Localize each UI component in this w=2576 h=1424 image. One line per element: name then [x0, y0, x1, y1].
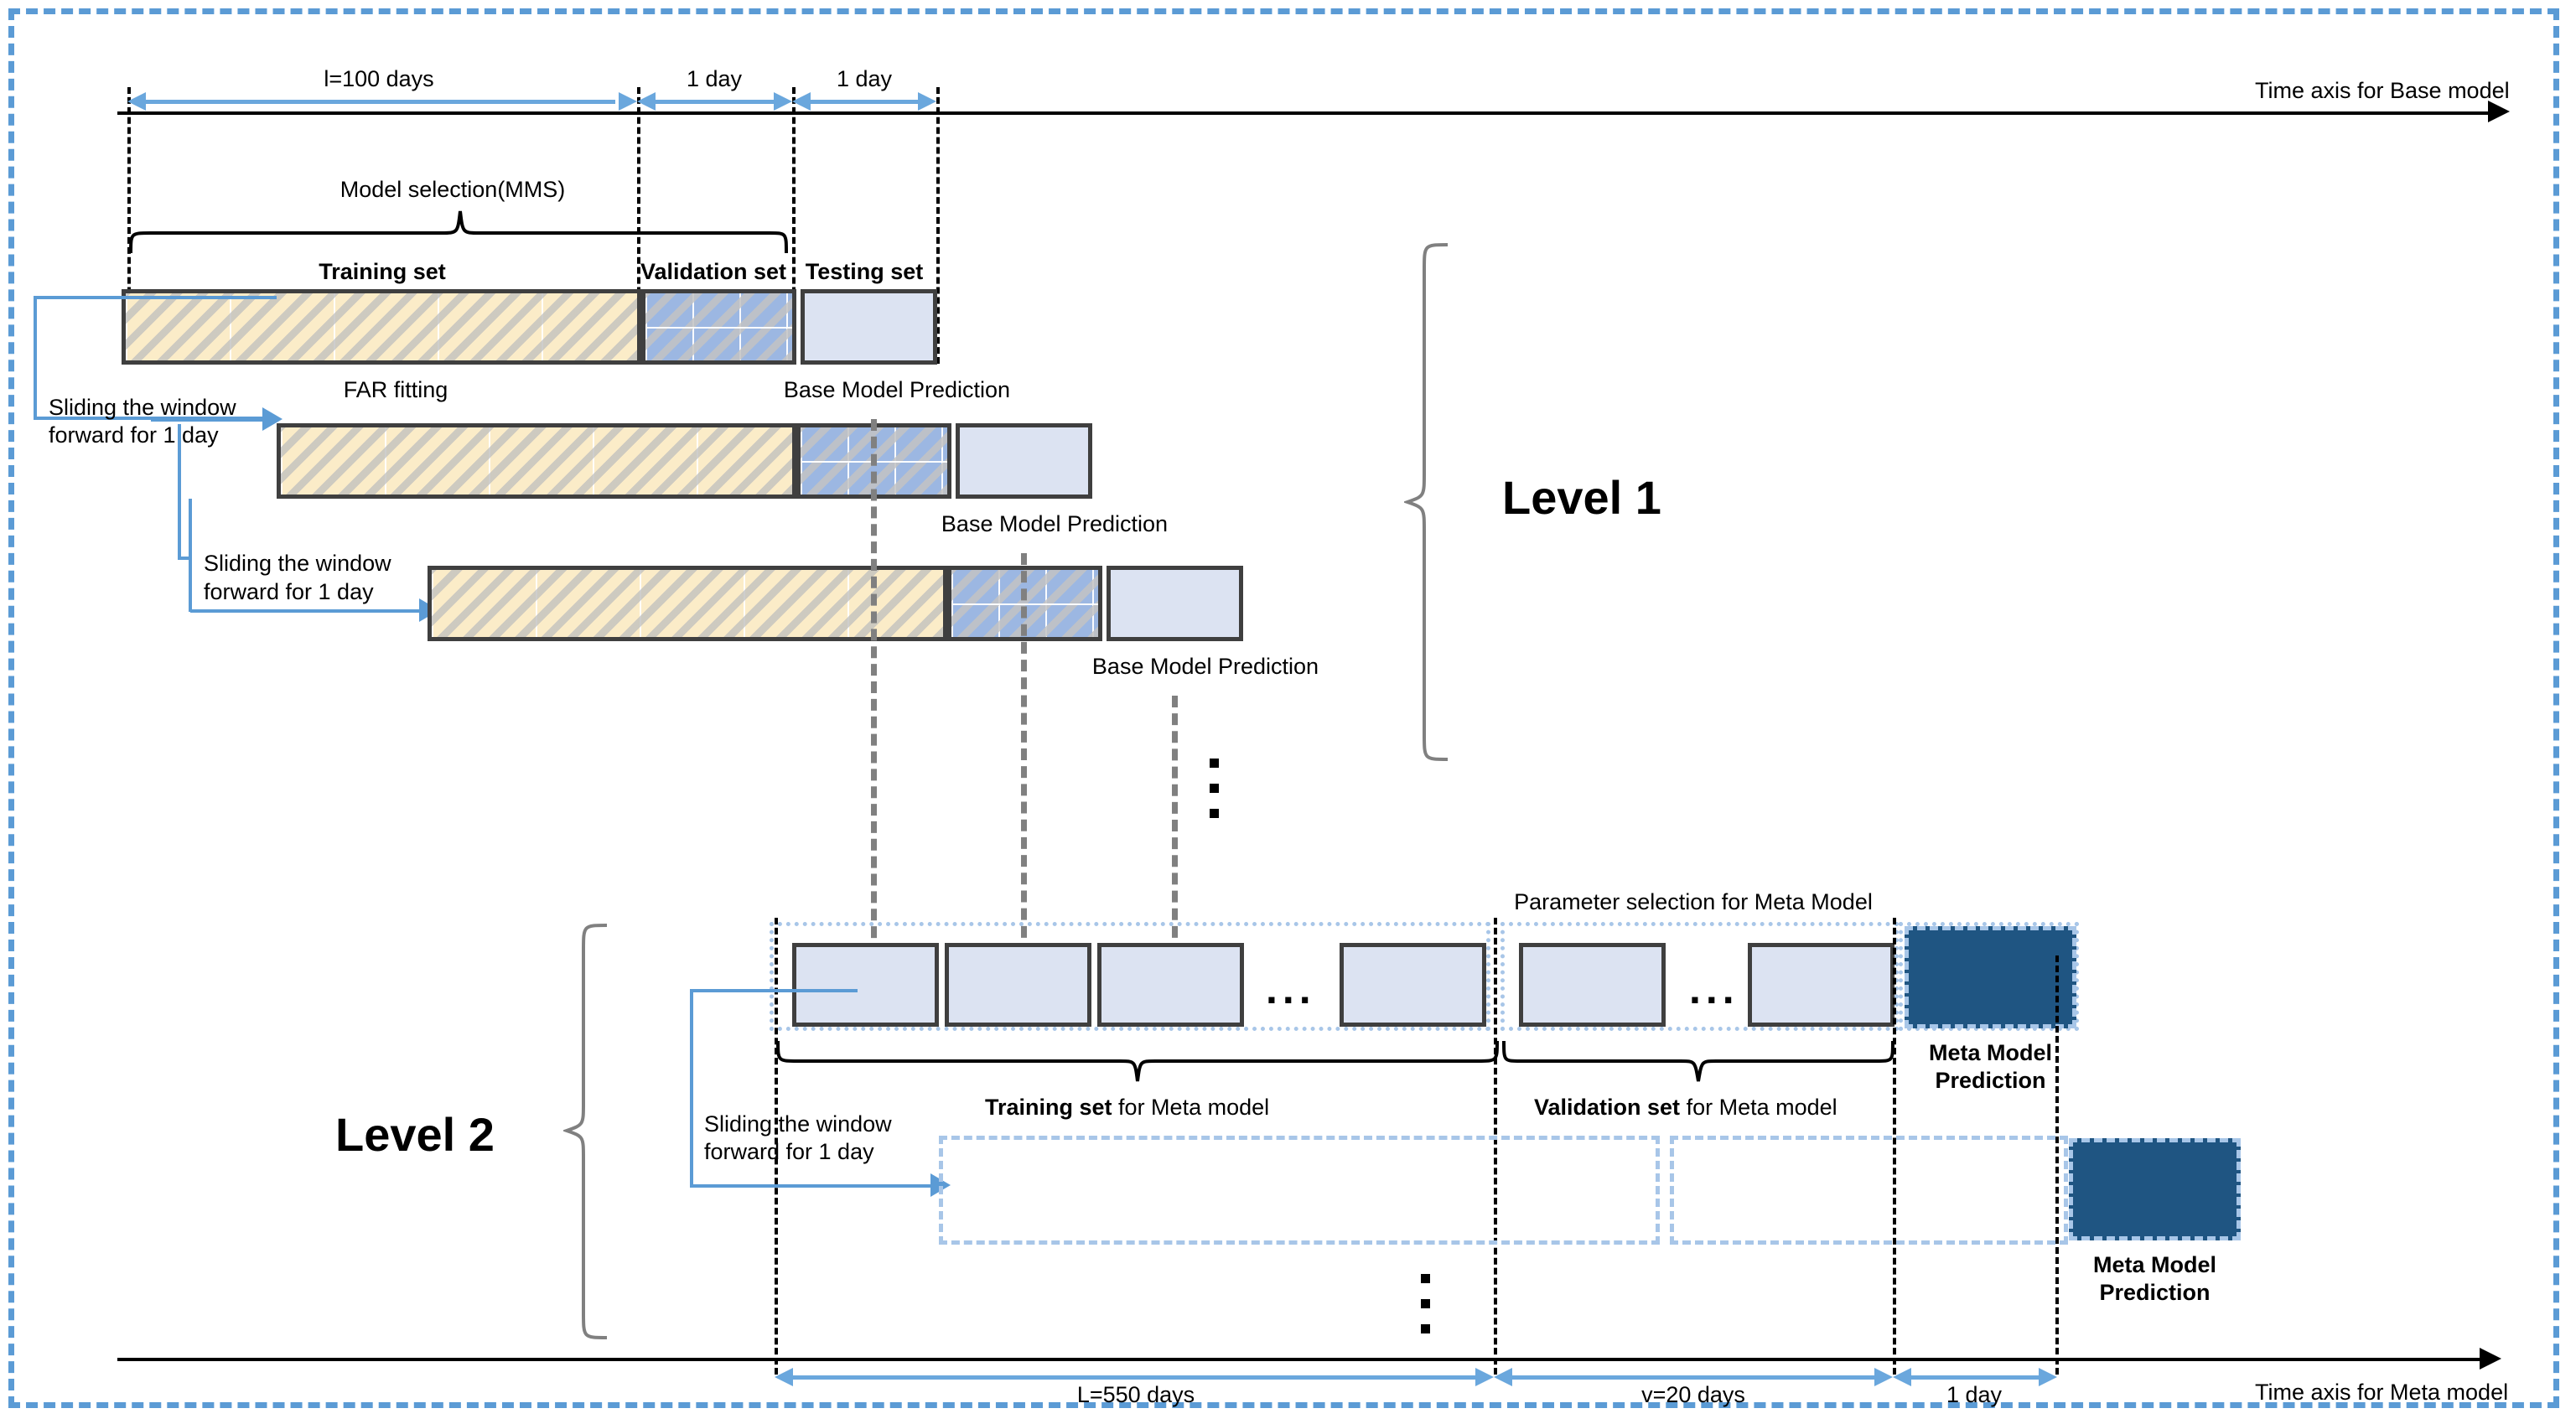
slide-callout-2-elbow-h	[190, 609, 421, 613]
connector-2	[1021, 553, 1027, 955]
meta-training-measure	[775, 1368, 1494, 1386]
level1-row2-training-block	[277, 423, 796, 499]
level2-row2-validation-window-outline	[1670, 1136, 2068, 1245]
level2-brace	[563, 924, 608, 1339]
level2-row1-meta-prediction-label: Meta Model Prediction	[1905, 1039, 2076, 1095]
level2-training-brace-bold: Training set	[985, 1095, 1112, 1120]
base-testing-measure	[792, 92, 936, 111]
base-validation-measure-label: 1 day	[686, 66, 743, 91]
slide-callout-1-line2: forward for 1 day	[49, 422, 219, 448]
level2-row1-meta-prediction-block	[1905, 926, 2076, 1028]
level2-training-brace-label: Training set for Meta model	[985, 1094, 1269, 1121]
training-set-label: Training set	[319, 259, 446, 284]
level2-row1-block-3	[1097, 943, 1244, 1027]
far-fitting-label: FAR fitting	[343, 377, 448, 402]
level2-validation-brace-rest: for Meta model	[1680, 1095, 1837, 1120]
level2-training-brace-rest: for Meta model	[1112, 1095, 1270, 1120]
level2-row2-meta-prediction-label: Meta Model Prediction	[2069, 1251, 2241, 1307]
level2-validation-brace-bold: Validation set	[1534, 1095, 1681, 1120]
base-time-axis-line	[117, 111, 2490, 115]
level1-vertical-ellipsis	[1210, 759, 1219, 834]
base-testing-measure-label: 1 day	[836, 66, 893, 91]
connector-1	[871, 419, 877, 955]
slide-callout-2-elbow-v	[178, 424, 181, 558]
level2-title: Level 2	[335, 1108, 495, 1161]
model-selection-label: Model selection(MMS)	[339, 177, 566, 202]
level2-vertical-ellipsis	[1421, 1274, 1430, 1349]
level2-row1-valid-block-1	[1519, 943, 1666, 1027]
validation-set-label: Validation set	[640, 259, 787, 284]
meta-prediction-label-line2: Prediction	[1935, 1067, 2046, 1093]
slide-callout-1-line1: Sliding the window	[49, 395, 236, 420]
meta-prediction2-label-line1: Meta Model	[2092, 1252, 2216, 1277]
meta-validation-measure	[1494, 1368, 1893, 1386]
level2-slide-callout-arrow-line	[690, 1184, 933, 1188]
level2-row1-ellipsis-1: ...	[1266, 966, 1316, 1012]
level1-row3-training-block	[428, 566, 947, 641]
level2-row1-block-4	[1340, 943, 1486, 1027]
level1-row1-validation-block	[641, 289, 796, 365]
level2-slide-callout-line1: Sliding the window	[704, 1111, 892, 1137]
level1-row3-prediction-label: Base Model Prediction	[1091, 654, 1319, 679]
base-time-axis-label: Time axis for Base model	[2255, 78, 2510, 103]
level1-title: Level 1	[1502, 471, 1661, 524]
base-validation-measure	[637, 92, 792, 111]
meta-prediction2-label-line2: Prediction	[2099, 1279, 2211, 1305]
model-selection-brace	[129, 210, 788, 254]
level2-validation-brace	[1502, 1040, 1894, 1082]
level2-row1-block-2	[945, 943, 1091, 1027]
level2-training-brace	[776, 1040, 1499, 1082]
base-window-measure-label: l=100 days	[324, 66, 434, 91]
testing-set-label: Testing set	[805, 259, 924, 284]
meta-prediction-measure	[1893, 1368, 2057, 1386]
parameter-selection-label: Parameter selection for Meta Model	[1514, 889, 1873, 914]
level1-row2-prediction-label: Base Model Prediction	[941, 511, 1169, 536]
base-window-measure	[127, 92, 637, 111]
level2-row1-valid-block-2	[1748, 943, 1894, 1027]
level1-row1-testing-block	[801, 289, 937, 365]
slide-callout-2-line2: forward for 1 day	[204, 579, 374, 604]
meta-prediction-label-line1: Meta Model	[1928, 1040, 2052, 1065]
slide-callout-2-line1: Sliding the window	[204, 551, 391, 576]
level2-row2-meta-prediction-block	[2069, 1138, 2241, 1240]
level2-validation-brace-label: Validation set for Meta model	[1534, 1094, 1837, 1121]
diagram-canvas: Time axis for Base model l=100 days 1 da…	[0, 0, 2576, 1424]
level2-slide-callout-line2: forward for 1 day	[704, 1139, 874, 1164]
meta-time-axis-line	[117, 1358, 2481, 1361]
level2-row1-ellipsis-2: ...	[1689, 966, 1739, 1012]
meta-time-axis-arrow	[2480, 1348, 2501, 1370]
connector-3	[1172, 696, 1178, 955]
level1-row2-testing-block	[956, 423, 1092, 499]
level1-row1-prediction-label: Base Model Prediction	[783, 377, 1011, 402]
level1-row3-testing-block	[1107, 566, 1243, 641]
level2-row2-training-window-outline	[939, 1136, 1660, 1245]
level1-brace	[1404, 243, 1449, 761]
meta-time-axis-label: Time axis for Meta model	[2255, 1380, 2509, 1405]
level2-slide-callout-top	[690, 989, 774, 992]
